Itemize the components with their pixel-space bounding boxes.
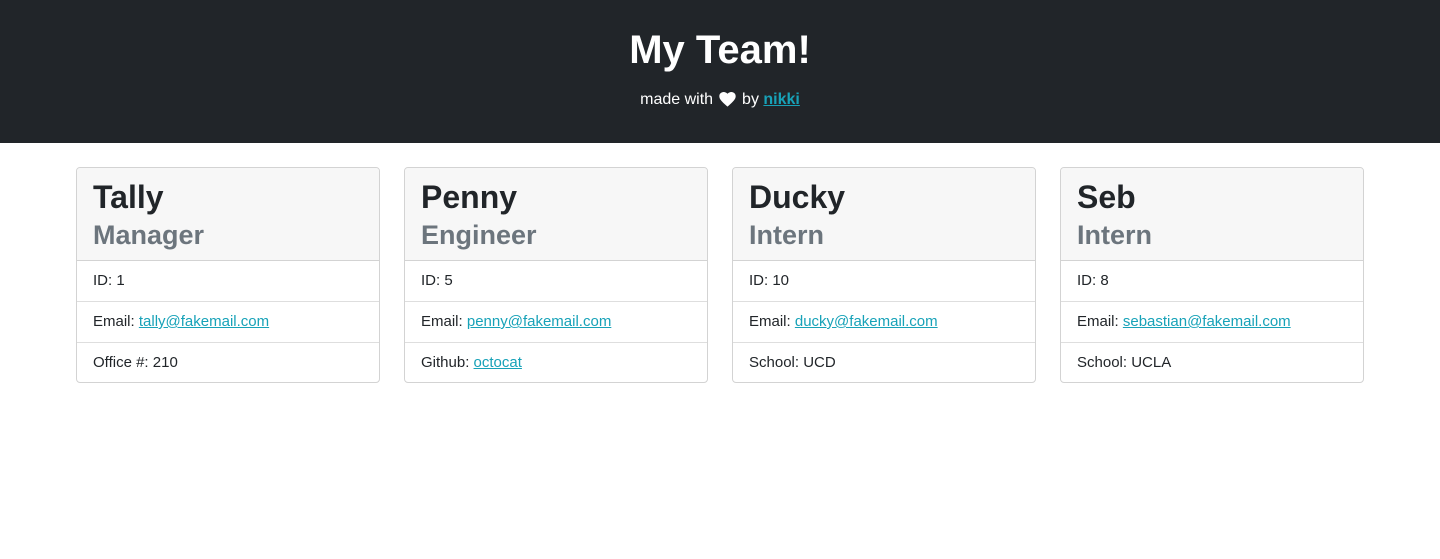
id-value: 5 — [444, 272, 453, 289]
employee-school-row: School: UCD — [733, 343, 1035, 382]
employee-id-row: ID: 10 — [733, 261, 1035, 302]
employee-email-row: Email: penny@fakemail.com — [405, 302, 707, 343]
made-with-text: made with — [640, 91, 714, 108]
employee-name: Penny — [421, 179, 518, 215]
school-value: UCLA — [1131, 354, 1172, 371]
school-label: School: — [749, 354, 800, 371]
email-link[interactable]: sebastian@fakemail.com — [1123, 313, 1291, 330]
employee-role: Intern — [749, 220, 825, 250]
team-cards: Tally Manager ID: 1 Email: tally@fakemai… — [0, 143, 1440, 559]
email-link[interactable]: penny@fakemail.com — [467, 313, 611, 330]
id-value: 8 — [1100, 272, 1109, 289]
employee-name: Ducky — [749, 179, 846, 215]
school-value: UCD — [803, 354, 836, 371]
employee-card-intern: Seb Intern ID: 8 Email: sebastian@fakema… — [1060, 167, 1364, 383]
id-label: ID: — [749, 272, 769, 289]
id-value: 10 — [772, 272, 790, 289]
employee-email-row: Email: ducky@fakemail.com — [733, 302, 1035, 343]
employee-card-intern: Ducky Intern ID: 10 Email: ducky@fakemai… — [732, 167, 1036, 383]
page-title: My Team! — [629, 28, 811, 72]
card-header: Ducky Intern — [733, 168, 1035, 261]
id-value: 1 — [116, 272, 125, 289]
id-label: ID: — [421, 272, 441, 289]
page-header: My Team! made with by nikki — [0, 0, 1440, 143]
employee-name: Seb — [1077, 179, 1136, 215]
employee-role: Engineer — [421, 220, 537, 250]
email-label: Email: — [421, 313, 463, 330]
employee-id-row: ID: 5 — [405, 261, 707, 302]
id-label: ID: — [1077, 272, 1097, 289]
employee-email-row: Email: tally@fakemail.com — [77, 302, 379, 343]
byline: made with by nikki — [0, 90, 1440, 113]
employee-id-row: ID: 1 — [77, 261, 379, 302]
office-label: Office #: — [93, 354, 149, 371]
employee-github-row: Github: octocat — [405, 343, 707, 382]
employee-office-row: Office #: 210 — [77, 343, 379, 382]
email-link[interactable]: tally@fakemail.com — [139, 313, 269, 330]
id-label: ID: — [93, 272, 113, 289]
github-link[interactable]: octocat — [474, 354, 522, 371]
card-header: Tally Manager — [77, 168, 379, 261]
email-label: Email: — [749, 313, 791, 330]
employee-school-row: School: UCLA — [1061, 343, 1363, 382]
office-value: 210 — [152, 354, 178, 371]
email-link[interactable]: ducky@fakemail.com — [795, 313, 938, 330]
employee-name: Tally — [93, 179, 164, 215]
by-text: by — [742, 91, 759, 108]
author-link[interactable]: nikki — [763, 91, 799, 108]
employee-email-row: Email: sebastian@fakemail.com — [1061, 302, 1363, 343]
email-label: Email: — [1077, 313, 1119, 330]
employee-card-engineer: Penny Engineer ID: 5 Email: penny@fakema… — [404, 167, 708, 383]
employee-id-row: ID: 8 — [1061, 261, 1363, 302]
card-header: Penny Engineer — [405, 168, 707, 261]
employee-role: Manager — [93, 220, 205, 250]
github-label: Github: — [421, 354, 470, 371]
email-label: Email: — [93, 313, 135, 330]
card-header: Seb Intern — [1061, 168, 1363, 261]
school-label: School: — [1077, 354, 1128, 371]
employee-role: Intern — [1077, 220, 1153, 250]
employee-card-manager: Tally Manager ID: 1 Email: tally@fakemai… — [76, 167, 380, 383]
heart-icon — [719, 92, 736, 113]
